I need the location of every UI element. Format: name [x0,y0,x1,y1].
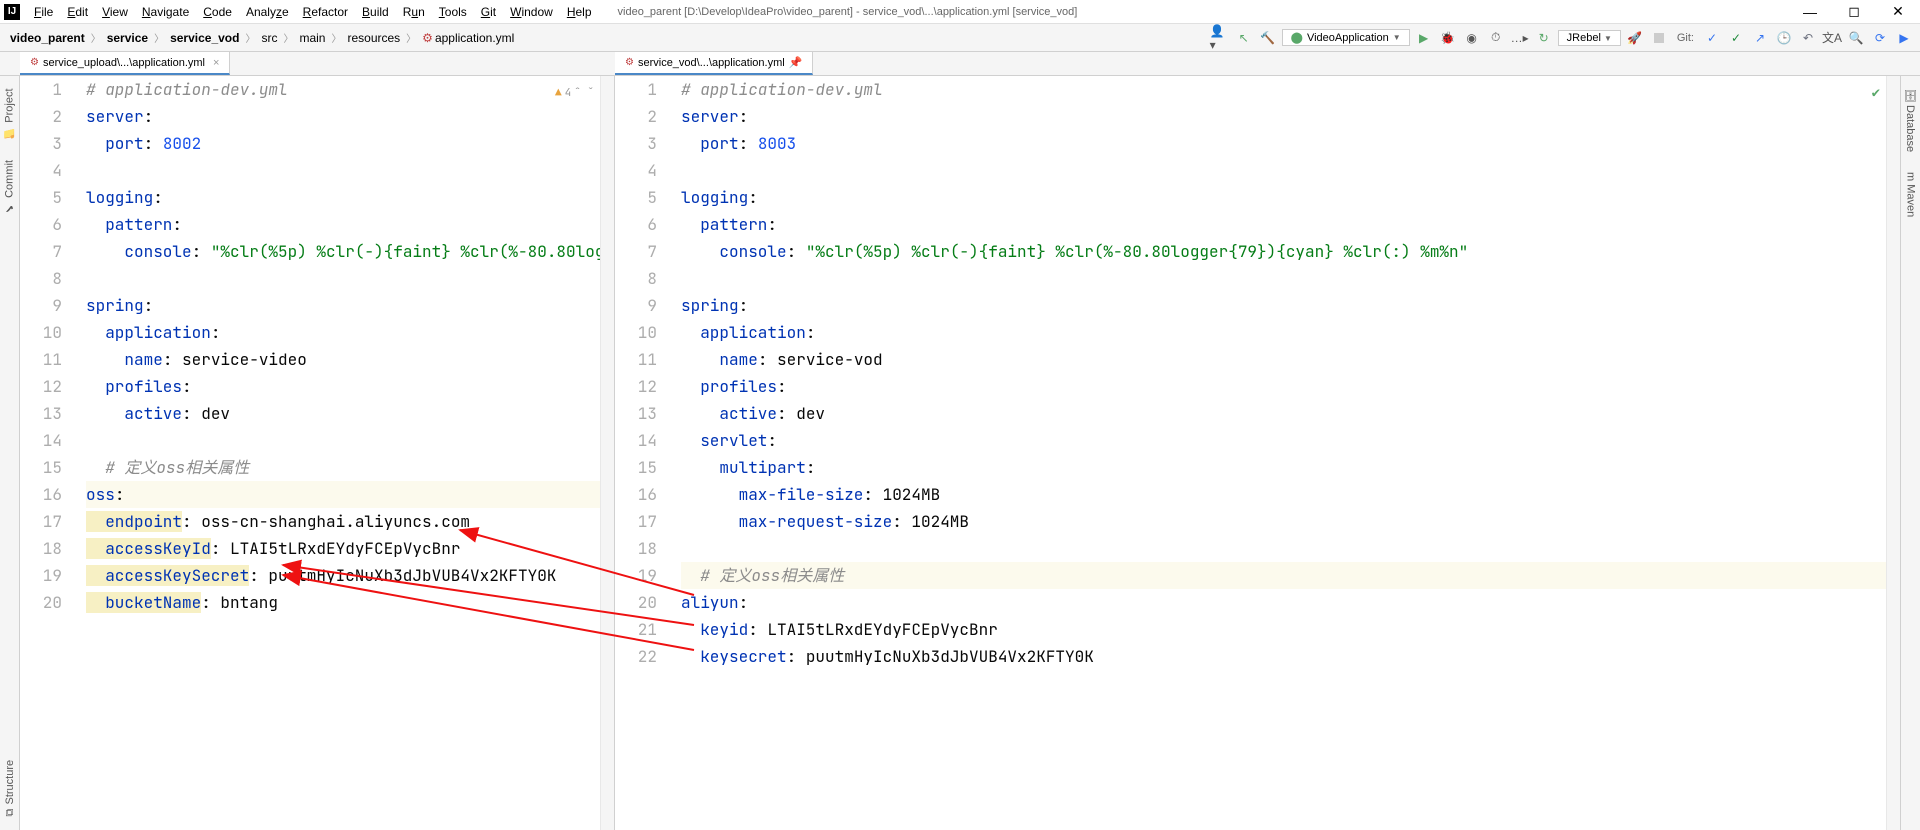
menu-edit[interactable]: Edit [61,3,94,21]
back-icon[interactable]: ↖ [1234,28,1254,48]
tool-structure[interactable]: ⧉Structure [4,756,16,821]
vcs-commit-icon[interactable]: ✓ [1726,28,1746,48]
ok-check-icon: ✔ [1872,80,1880,107]
tab-close-icon[interactable]: × [213,57,219,69]
profiler-icon[interactable]: ⏱ [1486,28,1506,48]
menu-file[interactable]: File [28,3,59,21]
nav-bar: video_parent〉 service〉 service_vod〉 src〉… [0,24,1920,52]
tab-left-label: service_upload\...\application.yml [43,57,205,69]
scrollbar-right[interactable] [1886,76,1900,830]
toolbar-right: 👤▾ ↖ 🔨 ⬤VideoApplication▼ ▶ 🐞 ◉ ⏱ …▸ ↻ J… [1210,28,1914,48]
attach-icon[interactable]: …▸ [1510,28,1530,48]
menu-help[interactable]: Help [561,3,598,21]
tab-right-file[interactable]: ⚙ service_vod\...\application.yml 📌 [615,52,813,75]
tool-database[interactable]: 🗄 Database [1904,84,1917,156]
coverage-icon[interactable]: ◉ [1462,28,1482,48]
code-area-right[interactable]: 12345678910111213141516171819202122 # ap… [615,76,1900,830]
title-bar: IJ File Edit View Navigate Code Analyze … [0,0,1920,24]
maximize-button[interactable]: ◻ [1836,2,1872,22]
menu-git[interactable]: Git [475,3,502,21]
bc-module[interactable]: service_vod [166,29,243,47]
main-area: 📁Project ✔Commit ⧉Structure 123456789101… [0,76,1920,830]
bc-service[interactable]: service [103,29,152,47]
menu-run[interactable]: Run [397,3,431,21]
yaml-icon: ⚙ [30,57,39,68]
tool-maven[interactable]: m Maven [1905,168,1917,221]
menu-code[interactable]: Code [197,3,238,21]
menu-navigate[interactable]: Navigate [136,3,195,21]
left-tool-gutter: 📁Project ✔Commit ⧉Structure [0,76,20,830]
window-controls: — ◻ ✕ [1792,2,1916,22]
tab-pin-icon[interactable]: 📌 [789,56,803,69]
tool-project[interactable]: 📁Project [3,84,16,144]
tab-right-label: service_vod\...\application.yml [638,57,785,69]
settings-icon[interactable]: ▶ [1894,28,1914,48]
split-editors: 1234567891011121314151617181920 # applic… [20,76,1900,830]
editor-right: 12345678910111213141516171819202122 # ap… [615,76,1900,830]
minimize-button[interactable]: — [1792,2,1828,22]
run-button[interactable]: ▶ [1414,28,1434,48]
app-icon: IJ [4,4,20,20]
tabs-right: ⚙ service_vod\...\application.yml 📌 [615,52,1920,76]
line-gutter-left: 1234567891011121314151617181920 [20,76,76,830]
bc-main[interactable]: main [295,29,329,47]
menu-analyze[interactable]: Analyze [240,3,295,21]
bc-file[interactable]: ⚙application.yml [418,29,518,47]
menu-bar: File Edit View Navigate Code Analyze Ref… [28,3,598,21]
stop-button[interactable] [1649,28,1669,48]
editor-left: 1234567891011121314151617181920 # applic… [20,76,615,830]
jrebel-icon[interactable]: ↻ [1534,28,1554,48]
code-area-left[interactable]: 1234567891011121314151617181920 # applic… [20,76,614,830]
hammer-icon[interactable]: 🔨 [1258,28,1278,48]
tab-left-file[interactable]: ⚙ service_upload\...\application.yml × [20,52,230,75]
user-icon[interactable]: 👤▾ [1210,28,1230,48]
close-button[interactable]: ✕ [1880,2,1916,22]
menu-tools[interactable]: Tools [433,3,473,21]
jrebel-selector[interactable]: JRebel ▼ [1558,30,1621,46]
warning-count: 4 [565,80,572,107]
vcs-rollback-icon[interactable]: ↶ [1798,28,1818,48]
vcs-history-icon[interactable]: 🕒 [1774,28,1794,48]
window-title: video_parent [D:\Develop\IdeaPro\video_p… [618,6,1078,18]
vcs-push-icon[interactable]: ↗ [1750,28,1770,48]
search-icon[interactable]: 🔍 [1846,28,1866,48]
breadcrumb: video_parent〉 service〉 service_vod〉 src〉… [6,29,518,47]
inspection-widget-right[interactable]: ✔ [1872,80,1880,107]
tool-commit[interactable]: ✔Commit [3,156,16,219]
menu-build[interactable]: Build [356,3,395,21]
scrollbar-left[interactable] [600,76,614,830]
sync-icon[interactable]: ⟳ [1870,28,1890,48]
code-content-right[interactable]: # application-dev.ymlserver: port: 8003 … [671,76,1900,830]
bc-root[interactable]: video_parent [6,29,89,47]
git-label: Git: [1677,32,1694,44]
menu-view[interactable]: View [96,3,134,21]
code-content-left[interactable]: # application-dev.ymlserver: port: 8002 … [76,76,614,830]
menu-window[interactable]: Window [504,3,559,21]
yaml-icon: ⚙ [625,57,634,68]
right-tool-gutter: 🗄 Database m Maven [1900,76,1920,830]
debug-button[interactable]: 🐞 [1438,28,1458,48]
line-gutter-right: 12345678910111213141516171819202122 [615,76,671,830]
jrebel-run-icon[interactable]: 🚀 [1625,28,1645,48]
warning-icon: ▲ [555,80,562,107]
vcs-update-icon[interactable]: ✓ [1702,28,1722,48]
bc-src[interactable]: src [257,29,281,47]
tabs-left: ⚙ service_upload\...\application.yml × [0,52,615,76]
menu-refactor[interactable]: Refactor [297,3,354,21]
translate-icon[interactable]: 文A [1822,28,1842,48]
inspection-widget-left[interactable]: ▲ 4 ˆ ˇ [555,80,594,107]
run-config-selector[interactable]: ⬤VideoApplication▼ [1282,29,1410,46]
inspection-chevron-icon: ˆ ˇ [574,80,594,107]
bc-resources[interactable]: resources [343,29,404,47]
